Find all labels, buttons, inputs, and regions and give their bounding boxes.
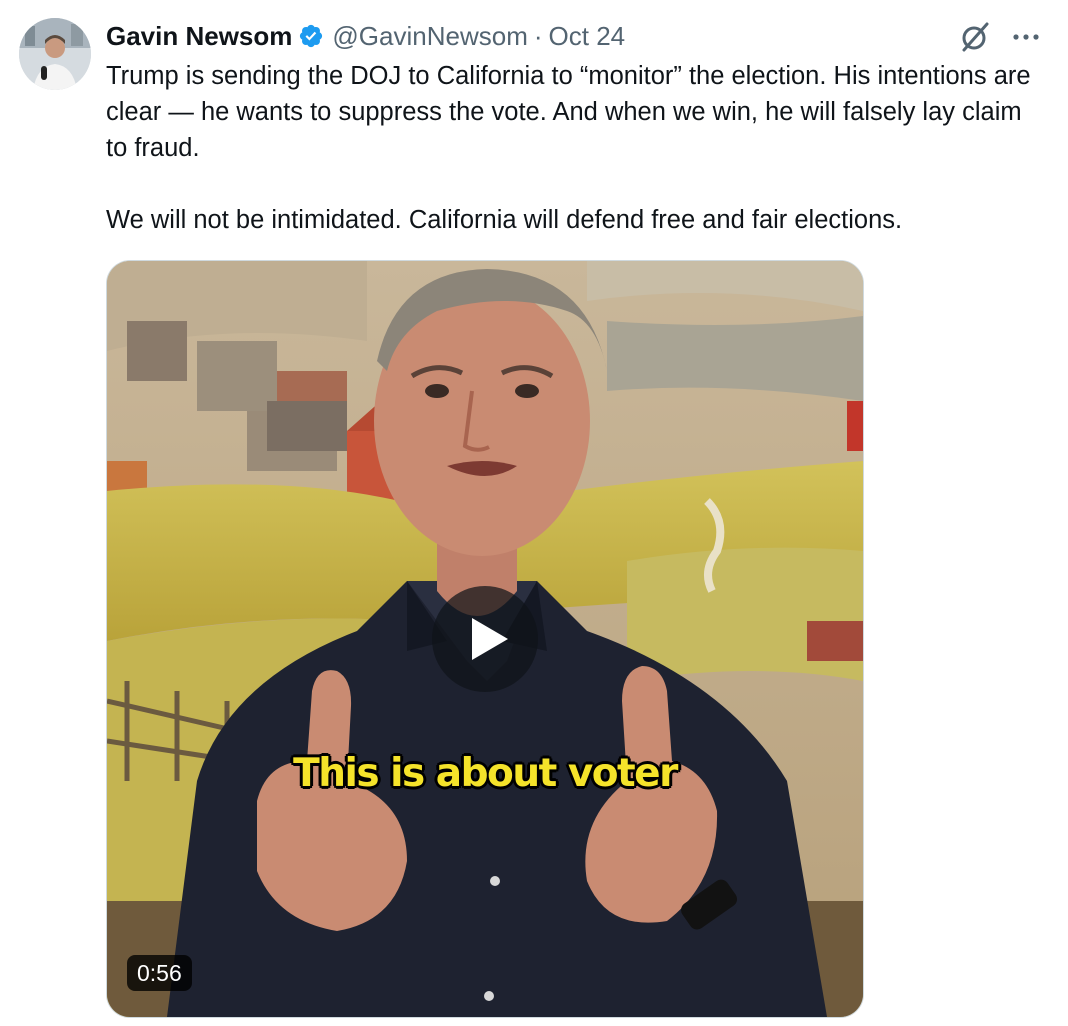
verified-badge-icon (300, 24, 323, 48)
more-options-icon[interactable] (1008, 22, 1044, 52)
play-button[interactable] (432, 586, 538, 692)
author-handle[interactable]: @GavinNewsom (332, 21, 527, 52)
author-avatar[interactable] (19, 18, 91, 90)
tweet-text: Trump is sending the DOJ to California t… (106, 58, 1046, 238)
video-player[interactable]: This is about voter 0:56 (106, 260, 864, 1018)
play-icon (472, 618, 508, 660)
header-separator: · (533, 20, 543, 51)
avatar-image (19, 18, 91, 90)
tweet-header: Gavin Newsom @GavinNewsom · Oct 24 (106, 18, 625, 54)
tweet-paragraph: We will not be intimidated. California w… (106, 206, 903, 234)
tweet-paragraph: Trump is sending the DOJ to California t… (106, 62, 1031, 162)
author-name[interactable]: Gavin Newsom (106, 21, 292, 52)
grok-icon[interactable] (958, 20, 992, 54)
video-duration: 0:56 (127, 955, 192, 991)
video-caption: This is about voter (293, 751, 678, 796)
tweet-date[interactable]: Oct 24 (549, 21, 626, 52)
